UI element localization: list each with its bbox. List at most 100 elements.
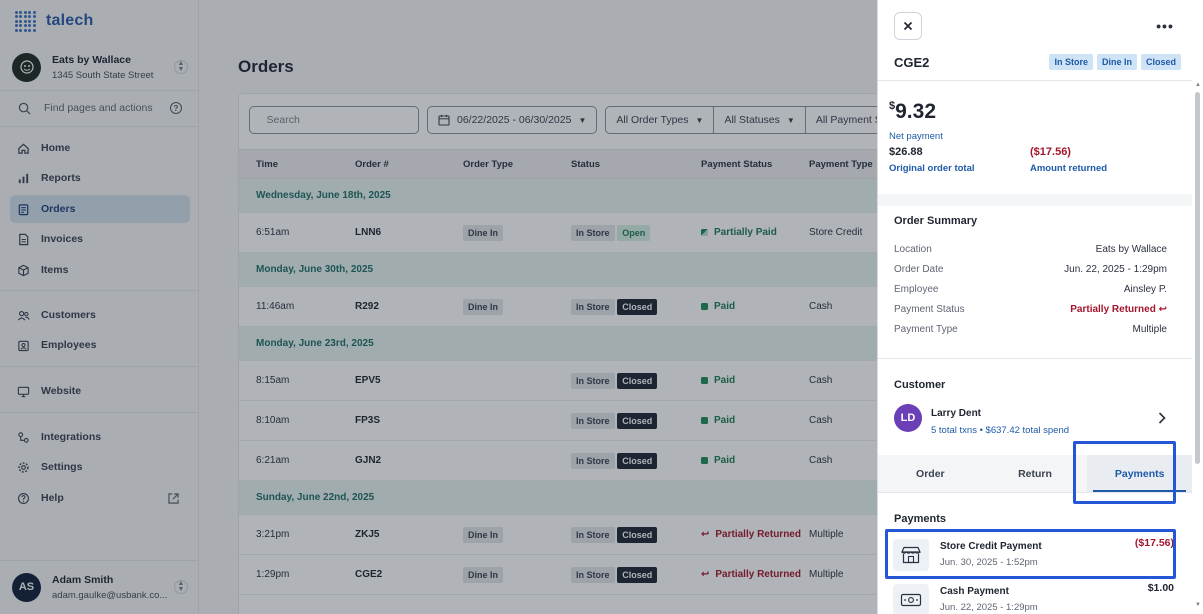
date-group-row: Wednesday, June 18th, 2025: [239, 179, 877, 213]
tab-order[interactable]: Order: [878, 455, 983, 492]
summary-date-label: Order Date: [894, 264, 944, 275]
nav-settings[interactable]: Settings: [10, 453, 190, 481]
table-row[interactable]: 3:21pm ZKJ5 Dine In In Store Closed ↩ Par…: [239, 515, 877, 555]
cell-payment-type: Cash: [809, 415, 833, 426]
tag-status: In Store: [571, 452, 615, 469]
user-name: Adam Smith: [52, 573, 114, 586]
external-link-icon: [168, 492, 179, 504]
chevron-down-icon: ▼: [695, 115, 704, 125]
payment-status-filter[interactable]: All Payment Stat: [806, 107, 877, 133]
order-summary-title: Order Summary: [894, 215, 978, 227]
divider: [0, 126, 198, 127]
bar-chart-icon: [18, 173, 29, 183]
cell-payment-type: Multiple: [809, 569, 844, 580]
tab-return[interactable]: Return: [983, 455, 1088, 492]
find-pages-search[interactable]: Find pages and actions ?: [0, 97, 198, 119]
return-arrow-icon: ↩: [1158, 304, 1167, 315]
scrollbar-thumb[interactable]: [1195, 92, 1200, 464]
header-order[interactable]: Order #: [355, 159, 389, 170]
tab-payments[interactable]: Payments: [1087, 455, 1193, 492]
scroll-up-icon[interactable]: ▲: [1195, 82, 1201, 88]
more-options-button[interactable]: •••: [1152, 14, 1178, 38]
date-range-value: 06/22/2025 - 06/30/2025: [457, 114, 572, 126]
chevron-updown-icon[interactable]: ▲ ▼: [174, 60, 188, 74]
business-switcher[interactable]: Eats by Wallace 1345 South State Street …: [12, 51, 188, 83]
divider: [0, 366, 198, 367]
header-payment-status[interactable]: Payment Status: [701, 159, 772, 170]
search-input[interactable]: [266, 114, 402, 126]
order-types-filter[interactable]: All Order Types ▼: [606, 107, 715, 133]
tag-status-closed: Closed: [617, 566, 658, 583]
header-status[interactable]: Status: [571, 159, 600, 170]
table-row[interactable]: 6:21am GJN2 In Store Closed Paid Cash: [239, 441, 877, 481]
table-row[interactable]: 8:10am FP3S In Store Closed Paid Cash: [239, 401, 877, 441]
help-circle-icon[interactable]: ?: [170, 102, 182, 114]
tag-order-type: Dine In: [463, 298, 504, 315]
cell-time: 3:21pm: [256, 529, 290, 540]
table-row[interactable]: 8:15am EPV5 In Store Closed Paid Cash: [239, 361, 877, 401]
table-row[interactable]: 11:46am R292 Dine In In Store Closed Pai…: [239, 287, 877, 327]
summary-pstatus-label: Payment Status: [894, 304, 965, 315]
user-menu[interactable]: AS Adam Smith adam.gaulke@usbank.co... ▲…: [12, 571, 188, 603]
customer-name[interactable]: Larry Dent: [931, 408, 981, 419]
search-box[interactable]: ?: [249, 106, 419, 134]
nav-invoices[interactable]: Invoices: [10, 225, 190, 253]
nav-integrations[interactable]: Integrations: [10, 423, 190, 451]
summary-employee-value: Ainsley P.: [1123, 284, 1167, 295]
nav-website[interactable]: Website: [10, 377, 190, 405]
scroll-down-icon[interactable]: ▼: [1195, 602, 1201, 608]
orders-panel: ? 06/22/2025 - 06/30/2025 ▼ All Order Ty…: [238, 93, 877, 614]
date-group-label: Monday, June 23rd, 2025: [256, 338, 374, 349]
nav-orders-label: Orders: [41, 203, 76, 215]
brand-logo[interactable]: talech: [14, 10, 93, 32]
chevron-updown-icon[interactable]: ▲ ▼: [174, 580, 188, 594]
integrations-icon: [18, 431, 29, 443]
chevron-down-icon: ▼: [578, 115, 587, 125]
date-range-picker[interactable]: 06/22/2025 - 06/30/2025 ▼: [427, 106, 598, 134]
nav-reports[interactable]: Reports: [10, 164, 190, 192]
statuses-filter[interactable]: All Statuses ▼: [714, 107, 806, 133]
net-value: 9.32: [895, 100, 936, 123]
chip-dine-in: Dine In: [1096, 54, 1137, 70]
table-row[interactable]: 1:29pm CGE2 Dine In In Store Closed ↩ Par…: [239, 555, 877, 595]
nav-items[interactable]: Items: [10, 256, 190, 284]
cell-time: 6:51am: [256, 227, 290, 238]
user-avatar: AS: [12, 572, 41, 602]
tag-status-closed: Closed: [617, 298, 658, 315]
summary-employee: Employee Ainsley P.: [894, 284, 1167, 295]
nav-orders[interactable]: Orders: [10, 195, 190, 223]
partial-paid-icon: [701, 229, 708, 236]
id-badge-icon: [18, 340, 29, 351]
cell-payment-type: Multiple: [809, 529, 844, 540]
monitor-icon: [17, 386, 30, 397]
talech-logo-icon: [14, 10, 36, 32]
cell-order: ZKJ5: [355, 529, 380, 540]
nav-integrations-label: Integrations: [41, 431, 102, 443]
payment-item[interactable]: Store Credit Payment Jun. 30, 2025 - 1:5…: [889, 532, 1175, 577]
nav-help[interactable]: Help: [10, 484, 190, 512]
cell-order: R292: [355, 301, 379, 312]
original-total-label: Original order total: [889, 163, 975, 174]
header-order-type[interactable]: Order Type: [463, 159, 513, 170]
cell-payment-status: Paid: [714, 455, 736, 466]
summary-location: Location Eats by Wallace: [894, 244, 1167, 255]
header-payment-type[interactable]: Payment Type: [809, 159, 873, 170]
divider: [0, 90, 198, 91]
header-time[interactable]: Time: [256, 159, 278, 170]
summary-location-value: Eats by Wallace: [1095, 244, 1167, 255]
summary-pstatus-value: Partially Returned: [1070, 304, 1156, 315]
chevron-right-icon[interactable]: [1158, 412, 1166, 424]
nav-employees[interactable]: Employees: [10, 331, 190, 359]
cell-order: LNN6: [355, 227, 382, 238]
payment-item[interactable]: Cash Payment Jun. 22, 2025 - 1:29pm $1.0…: [889, 577, 1175, 614]
cell-order: GJN2: [355, 455, 382, 466]
nav-home[interactable]: Home: [10, 134, 190, 162]
order-id: CGE2: [894, 55, 930, 70]
close-button[interactable]: [894, 12, 922, 40]
table-row[interactable]: 6:51am LNN6 Dine In In Store Open Partia…: [239, 213, 877, 253]
business-address: 1345 South State Street: [52, 69, 154, 81]
orders-icon: [18, 203, 29, 215]
customer-avatar: LD: [894, 404, 922, 432]
nav-customers[interactable]: Customers: [10, 301, 190, 329]
cube-icon: [18, 264, 29, 276]
